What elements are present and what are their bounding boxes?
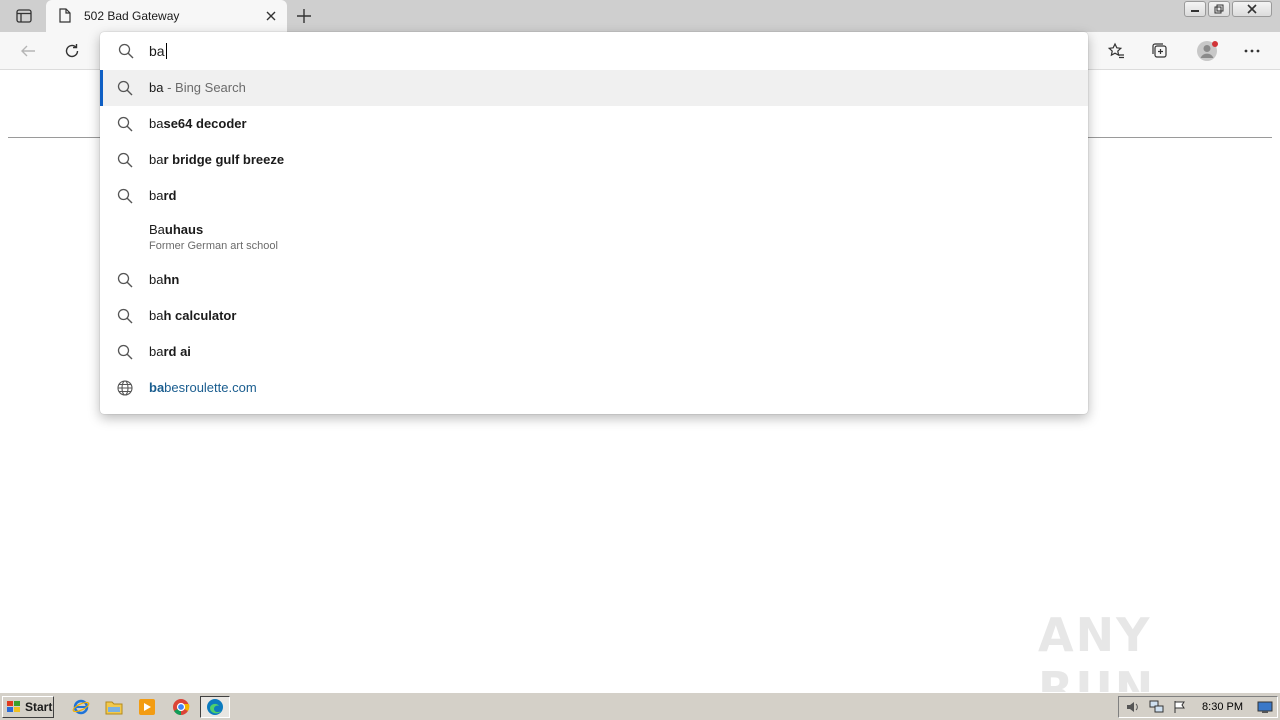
text-caret (165, 43, 167, 59)
suggestion-completion: rd ai (163, 344, 191, 359)
system-tray: 8:30 PM (1118, 696, 1278, 718)
suggestion-item[interactable]: bahn (100, 262, 1088, 298)
search-icon (117, 308, 133, 324)
suggestion-text: bard (149, 188, 176, 203)
tab-actions-icon[interactable] (10, 7, 38, 25)
restore-icon[interactable] (1208, 1, 1230, 17)
suggestion-completion: hn (163, 272, 180, 287)
media-player-icon[interactable] (136, 697, 158, 717)
suggestion-typed-part: ba (149, 152, 164, 167)
search-icon (117, 188, 133, 204)
address-bar-text: ba (149, 43, 167, 59)
suggestion-item[interactable]: bah calculator (100, 298, 1088, 334)
search-icon (118, 43, 134, 62)
refresh-icon[interactable] (62, 41, 82, 61)
suggestion-typed-part: ba (149, 380, 165, 395)
suggestion-text: ba - Bing Search (149, 80, 246, 95)
suggestion-item[interactable]: babesroulette.com (100, 370, 1088, 406)
suggestion-typed-part: ba (149, 272, 164, 287)
search-icon (117, 272, 133, 288)
suggestion-item[interactable]: bar bridge gulf breeze (100, 142, 1088, 178)
search-icon (117, 116, 133, 132)
close-tab-icon[interactable] (264, 9, 278, 23)
page-icon (59, 8, 71, 26)
favorites-icon[interactable] (1106, 41, 1126, 61)
windows-logo-icon (7, 701, 20, 712)
suggestion-text: bar bridge gulf breeze (149, 152, 284, 167)
suggestion-typed-part: ba (149, 344, 164, 359)
suggestion-completion: r bridge gulf breeze (163, 152, 285, 167)
suggestion-typed-part: ba (149, 308, 164, 323)
search-icon (117, 344, 133, 360)
minimize-icon[interactable] (1184, 1, 1206, 17)
active-tab[interactable]: 502 Bad Gateway (46, 0, 287, 32)
file-explorer-icon[interactable] (103, 697, 125, 717)
address-bar-input[interactable]: ba (100, 32, 1088, 70)
chrome-icon[interactable] (170, 697, 192, 717)
window-close-icon[interactable] (1232, 1, 1272, 17)
suggestion-completion: uhaus (164, 222, 204, 237)
network-icon[interactable] (1149, 700, 1165, 717)
suggestion-completion: besroulette.com (164, 380, 257, 395)
show-desktop-icon[interactable] (1257, 701, 1273, 717)
suggestion-text: bah calculator (149, 308, 236, 323)
suggestion-item[interactable]: Bauhaus Former German art school (100, 214, 1088, 262)
suggestion-item[interactable]: ba - Bing Search (100, 70, 1088, 106)
suggestion-subtitle: Former German art school (149, 240, 278, 252)
suggestion-text: bard ai (149, 344, 191, 359)
search-icon (117, 152, 133, 168)
taskbar-clock[interactable]: 8:30 PM (1202, 701, 1243, 713)
suggestion-text: bahn (149, 272, 179, 287)
back-arrow-icon[interactable] (18, 41, 38, 61)
suggestion-item[interactable]: base64 decoder (100, 106, 1088, 142)
suggestion-text: babesroulette.com (149, 380, 257, 395)
profile-avatar-icon[interactable] (1196, 39, 1220, 63)
suggestion-item[interactable]: bard ai (100, 334, 1088, 370)
volume-icon[interactable] (1125, 700, 1141, 717)
suggestion-completion: rd (163, 188, 177, 203)
search-icon (117, 80, 133, 96)
suggestion-completion: h calculator (163, 308, 237, 323)
start-button[interactable]: Start (2, 696, 54, 718)
globe-icon (117, 380, 133, 396)
suggestion-completion: se64 decoder (163, 116, 247, 131)
suggestion-item[interactable]: bard (100, 178, 1088, 214)
start-label: Start (25, 700, 53, 714)
suggestion-typed-part: ba (149, 116, 164, 131)
suggestion-typed-part: Ba (149, 222, 165, 237)
suggestion-typed-part: ba (149, 80, 164, 95)
action-center-flag-icon[interactable] (1173, 700, 1187, 717)
taskbar: Start 8:30 PM (0, 692, 1280, 720)
more-options-icon[interactable] (1242, 41, 1262, 61)
suggestion-source-label: - Bing Search (163, 80, 246, 95)
suggestion-text: Bauhaus (149, 222, 203, 237)
collections-icon[interactable] (1150, 41, 1170, 61)
suggestion-typed-part: ba (149, 188, 164, 203)
edge-taskbar-icon[interactable] (200, 696, 230, 718)
tab-title: 502 Bad Gateway (84, 9, 180, 23)
window-controls (1184, 0, 1280, 18)
address-bar-dropdown: ba ba - Bing Search base64 decoder bar bri… (100, 32, 1088, 414)
internet-explorer-icon[interactable] (70, 697, 92, 717)
new-tab-icon[interactable] (296, 8, 312, 24)
tab-strip: 502 Bad Gateway (0, 0, 1280, 32)
suggestion-text: base64 decoder (149, 116, 247, 131)
